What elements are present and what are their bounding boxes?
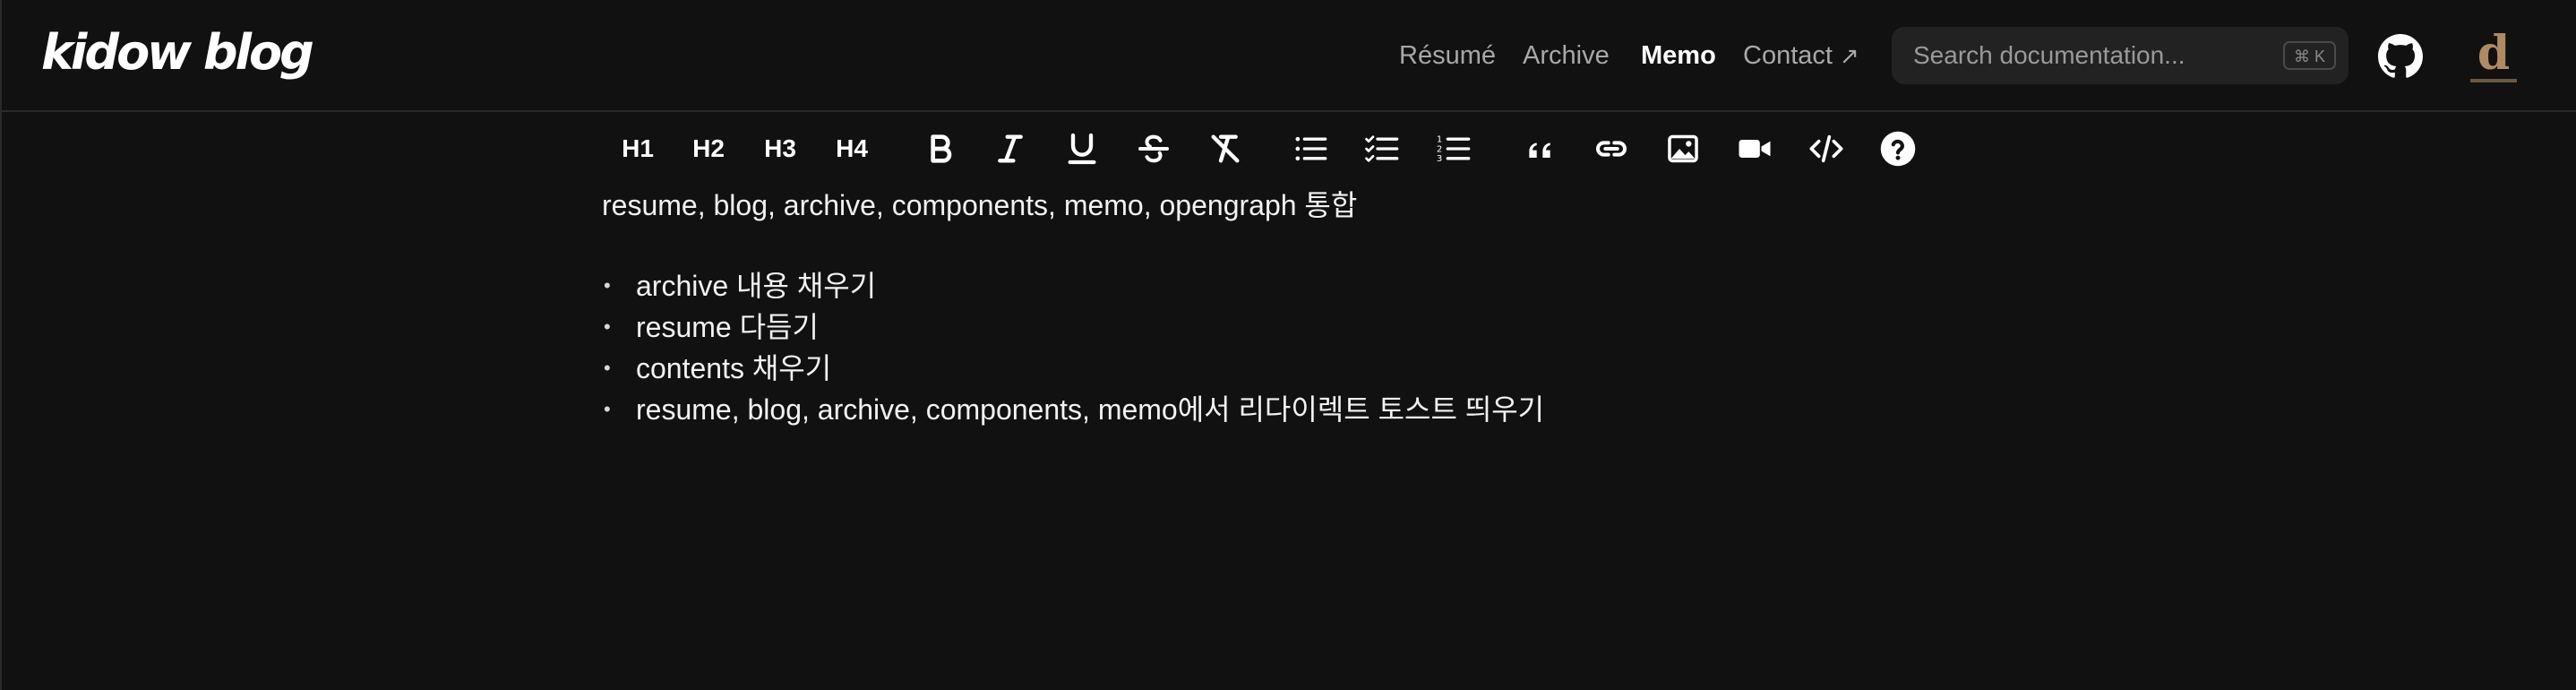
numbered-list-icon: 1 2 3	[1437, 135, 1471, 164]
link-button[interactable]	[1584, 122, 1638, 176]
github-icon[interactable]	[2378, 34, 2423, 79]
list-item: • contents 채우기	[602, 348, 1544, 389]
svg-text:3: 3	[1437, 154, 1442, 164]
bullet-dot: •	[604, 315, 611, 338]
site-header: kidow blog Résumé Archive Memo Contact ↗ …	[0, 0, 2576, 112]
avatar[interactable]: d	[2470, 29, 2517, 82]
svg-text:1: 1	[1437, 135, 1442, 145]
bold-icon	[931, 134, 952, 163]
heading4-button[interactable]: H4	[825, 122, 879, 176]
quote-icon	[1529, 142, 1550, 158]
underline-icon	[1068, 133, 1096, 165]
video-button[interactable]	[1728, 122, 1782, 176]
italic-button[interactable]	[983, 122, 1037, 176]
image-button[interactable]	[1656, 122, 1710, 176]
editor-bullet-list: • archive 내용 채우기 • resume 다듬기 • contents 채우…	[602, 265, 1544, 430]
list-item-text: contents 채우기	[636, 352, 832, 384]
quote-button[interactable]	[1513, 122, 1567, 176]
bullet-dot: •	[604, 398, 611, 420]
strikethrough-icon	[1138, 134, 1169, 163]
list-item: • archive 내용 채우기	[602, 265, 1544, 306]
help-icon	[1880, 131, 1916, 167]
checklist-button[interactable]	[1355, 122, 1409, 176]
code-icon	[1809, 134, 1843, 163]
nav-resume-link[interactable]: Résumé	[1399, 36, 1496, 75]
search-placeholder: Search documentation...	[1913, 41, 2185, 69]
bullet-dot: •	[604, 274, 611, 297]
video-icon	[1739, 140, 1771, 158]
nav-contact-link[interactable]: Contact ↗	[1743, 36, 1859, 75]
list-item: • resume, blog, archive, components, memo…	[602, 389, 1544, 430]
editor-paragraph: resume, blog, archive, components, memo,…	[602, 189, 1358, 221]
heading3-button[interactable]: H3	[753, 122, 807, 176]
site-logo[interactable]: kidow blog	[41, 22, 314, 84]
numbered-list-button[interactable]: 1 2 3	[1427, 122, 1481, 176]
list-item-text: resume, blog, archive, components, memo에…	[636, 393, 1545, 426]
bold-button[interactable]	[914, 122, 967, 176]
editor-content[interactable]: resume, blog, archive, components, memo,…	[602, 184, 1544, 430]
heading1-button[interactable]: H1	[611, 122, 665, 176]
clear-format-icon	[1211, 134, 1240, 163]
code-button[interactable]	[1799, 122, 1853, 176]
search-box[interactable]: Search documentation... ⌘ K	[1892, 27, 2348, 84]
list-item-text: resume 다듬기	[636, 311, 819, 343]
external-link-icon: ↗	[1839, 42, 1859, 69]
heading2-button[interactable]: H2	[682, 122, 735, 176]
link-icon	[1596, 141, 1627, 157]
underline-button[interactable]	[1055, 122, 1109, 176]
italic-icon	[998, 134, 1023, 163]
nav-memo-link[interactable]: Memo	[1641, 36, 1716, 75]
bullet-dot: •	[604, 357, 611, 379]
list-item-text: archive 내용 채우기	[636, 270, 877, 302]
list-item: • resume 다듬기	[602, 306, 1544, 348]
checklist-icon	[1365, 135, 1399, 162]
nav-contact-label: Contact	[1743, 41, 1833, 70]
strikethrough-button[interactable]	[1127, 122, 1181, 176]
bullet-list-button[interactable]	[1284, 122, 1337, 176]
nav-archive-link[interactable]: Archive	[1523, 36, 1610, 75]
clear-format-button[interactable]	[1198, 122, 1252, 176]
image-icon	[1668, 134, 1698, 163]
bullet-list-icon	[1295, 136, 1327, 161]
help-button[interactable]	[1871, 122, 1925, 176]
search-shortcut-badge: ⌘ K	[2282, 41, 2336, 70]
svg-text:2: 2	[1437, 144, 1442, 154]
